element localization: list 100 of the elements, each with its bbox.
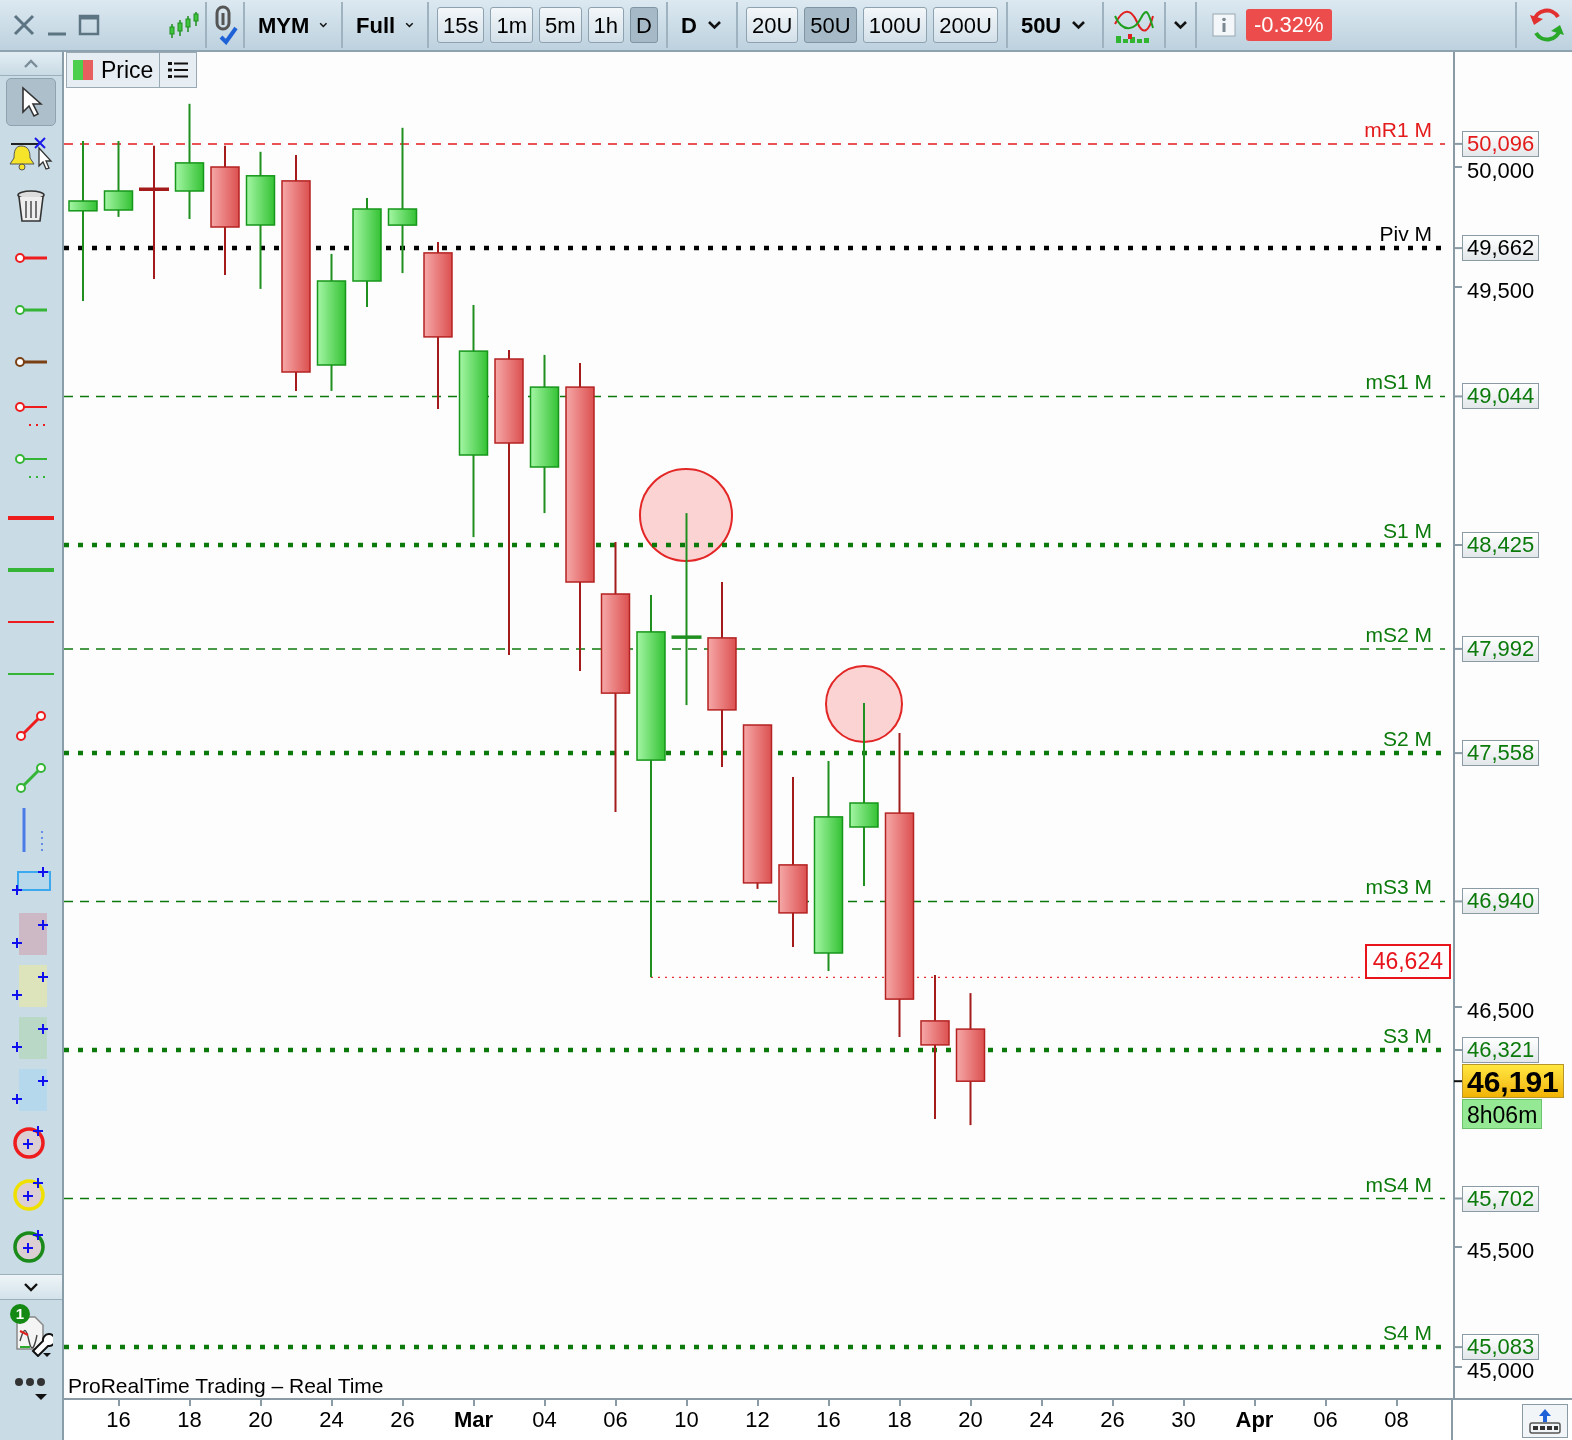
axis-label: 08	[1384, 1406, 1409, 1434]
upload-icon	[1528, 1408, 1562, 1434]
candle[interactable]	[884, 731, 915, 1038]
axis-label: 06	[603, 1406, 628, 1434]
axis-label: 24	[1029, 1406, 1054, 1434]
candle[interactable]	[600, 540, 631, 813]
candle[interactable]	[103, 140, 134, 218]
axis-label: 46,500	[1467, 1000, 1535, 1022]
price-label: 50,096	[1462, 130, 1540, 157]
candle[interactable]	[636, 593, 666, 979]
axis-label: 20	[248, 1406, 273, 1434]
axis-label: 16	[816, 1406, 841, 1434]
candle[interactable]	[245, 150, 276, 290]
chart-footer: ProRealTime Trading – Real Time	[68, 1374, 384, 1398]
candle[interactable]	[778, 776, 808, 948]
candle[interactable]	[139, 144, 169, 281]
timeframe-button[interactable]: 1m	[490, 7, 534, 43]
instrument-dropdown[interactable]: MYM	[250, 5, 336, 45]
unit-button[interactable]: 100U	[862, 7, 928, 43]
trash-icon	[16, 189, 46, 223]
candle[interactable]	[174, 102, 205, 220]
axis-label: 04	[532, 1406, 557, 1434]
timeframe-button[interactable]: D	[630, 7, 658, 43]
chevron-icon	[706, 20, 722, 30]
info-icon[interactable]	[1211, 13, 1236, 37]
unit-button[interactable]: 200U	[933, 7, 998, 43]
change-badge: -0.32%	[1245, 9, 1332, 41]
close-icon[interactable]	[12, 13, 36, 37]
level-label: mS3 M	[1365, 875, 1432, 900]
maximize-icon[interactable]	[78, 14, 100, 36]
candle[interactable]	[565, 362, 595, 672]
level-label: mS4 M	[1365, 1172, 1432, 1197]
price-label: 49,662	[1462, 235, 1540, 262]
level-label: Piv M	[1379, 222, 1432, 247]
period-dropdown[interactable]: D	[673, 5, 731, 45]
candle[interactable]	[210, 144, 240, 276]
timeframe-button[interactable]: 15s	[437, 7, 485, 43]
scroll-down-button[interactable]	[0, 1274, 62, 1300]
price-label: 46,940	[1462, 888, 1540, 915]
candle[interactable]	[529, 353, 560, 515]
candle[interactable]	[849, 701, 879, 887]
candle[interactable]	[671, 512, 702, 707]
range-dropdown[interactable]: Full	[348, 5, 422, 45]
chart-color-icon	[73, 60, 93, 80]
axis-label: 26	[390, 1406, 415, 1434]
chevron-icon	[1172, 20, 1188, 30]
candle[interactable]	[707, 581, 737, 768]
notification-badge: 1	[10, 1304, 30, 1324]
chevron-icon	[1071, 20, 1087, 30]
price-label: 47,558	[1462, 740, 1540, 767]
refresh-icon[interactable]	[1528, 7, 1566, 43]
chevron-icon	[23, 1282, 39, 1292]
drawing-tool-button[interactable]	[6, 78, 56, 126]
chevron-icon	[23, 58, 39, 69]
price-label: 47,992	[1462, 635, 1540, 662]
candle[interactable]	[68, 140, 98, 302]
circle-marker[interactable]	[639, 468, 733, 562]
candle[interactable]	[458, 304, 489, 539]
axis-label: Apr	[1235, 1406, 1274, 1434]
price-label: 45,083	[1462, 1334, 1540, 1361]
unit-dropdown[interactable]: 50U	[1012, 5, 1097, 45]
axis-label: 16	[106, 1406, 131, 1434]
unit-button[interactable]: 50U	[804, 7, 857, 43]
candlestick-icon[interactable]	[168, 10, 200, 40]
axis-label: 30	[1171, 1406, 1196, 1434]
candle[interactable]	[742, 724, 773, 890]
level-label: mS1 M	[1365, 370, 1432, 395]
circle-marker[interactable]	[825, 665, 903, 743]
price-label: 46,321	[1462, 1036, 1540, 1063]
countdown-label: 8h06m	[1462, 1099, 1543, 1130]
axis-label: 45,000	[1467, 1360, 1535, 1383]
candle[interactable]	[920, 974, 950, 1121]
axis-label: 49,500	[1467, 279, 1535, 302]
level-label: S4 M	[1383, 1321, 1432, 1346]
chevron-icon	[405, 20, 414, 30]
candle[interactable]	[352, 196, 382, 308]
candle[interactable]	[955, 992, 986, 1127]
axis-label: Mar	[453, 1406, 494, 1434]
layout-button[interactable]	[1522, 1404, 1568, 1438]
axis-label: 18	[177, 1406, 202, 1434]
bell-icon	[9, 136, 53, 172]
candle[interactable]	[281, 154, 311, 392]
candle[interactable]	[316, 252, 347, 392]
candle[interactable]	[494, 348, 524, 656]
timeframe-button[interactable]: 5m	[539, 7, 582, 43]
candle[interactable]	[423, 240, 453, 410]
level-label: S2 M	[1383, 727, 1432, 752]
timeframe-button[interactable]: 1h	[587, 7, 625, 43]
price-label: 46,624	[1364, 944, 1451, 980]
level-label: mR1 M	[1364, 117, 1432, 142]
axis-label: 50,000	[1467, 159, 1535, 182]
pointer-icon	[19, 86, 43, 118]
level-label: S3 M	[1383, 1023, 1432, 1048]
axis-label: 18	[887, 1406, 912, 1434]
axis-label: 10	[674, 1406, 699, 1434]
candle[interactable]	[813, 760, 844, 972]
level-label: S1 M	[1383, 519, 1432, 543]
candle[interactable]	[387, 126, 418, 275]
axis-label: 06	[1313, 1406, 1338, 1434]
unit-button[interactable]: 20U	[746, 7, 799, 43]
